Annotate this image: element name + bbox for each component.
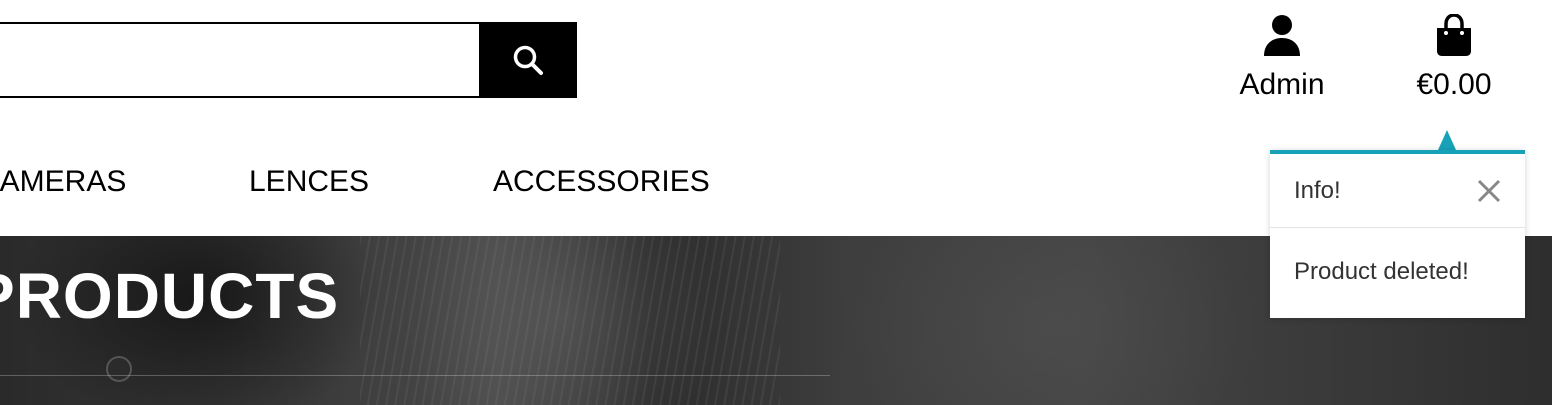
- cart-total: €0.00: [1416, 68, 1492, 101]
- search-bar: [0, 22, 577, 98]
- hero-hair-texture: [360, 236, 780, 405]
- nav-item-accessories[interactable]: ACCESSORIES: [493, 160, 710, 204]
- user-icon: [1264, 15, 1300, 56]
- hero-divider: [0, 375, 830, 376]
- cart-link[interactable]: €0.00: [1404, 14, 1504, 100]
- toast-close-button[interactable]: [1477, 179, 1501, 203]
- account-link[interactable]: Admin: [1232, 14, 1332, 100]
- search-icon: [513, 45, 543, 75]
- nav-item-lences[interactable]: LENCES: [249, 160, 369, 204]
- search-button[interactable]: [479, 22, 577, 98]
- nav-item-cameras[interactable]: CAMERAS: [0, 160, 126, 204]
- toast-message: Product deleted!: [1294, 258, 1469, 285]
- toast-pointer: [1438, 130, 1456, 150]
- search-input[interactable]: [0, 22, 479, 98]
- toast-title: Info!: [1294, 176, 1341, 204]
- page-title: PRODUCTS: [0, 260, 340, 332]
- info-toast: Info! Product deleted!: [1270, 150, 1525, 318]
- close-icon: [1477, 179, 1501, 202]
- account-label: Admin: [1239, 68, 1325, 101]
- shopping-bag-icon: [1437, 14, 1471, 56]
- toast-header: Info!: [1270, 154, 1525, 228]
- shirt-button-detail: [106, 356, 132, 382]
